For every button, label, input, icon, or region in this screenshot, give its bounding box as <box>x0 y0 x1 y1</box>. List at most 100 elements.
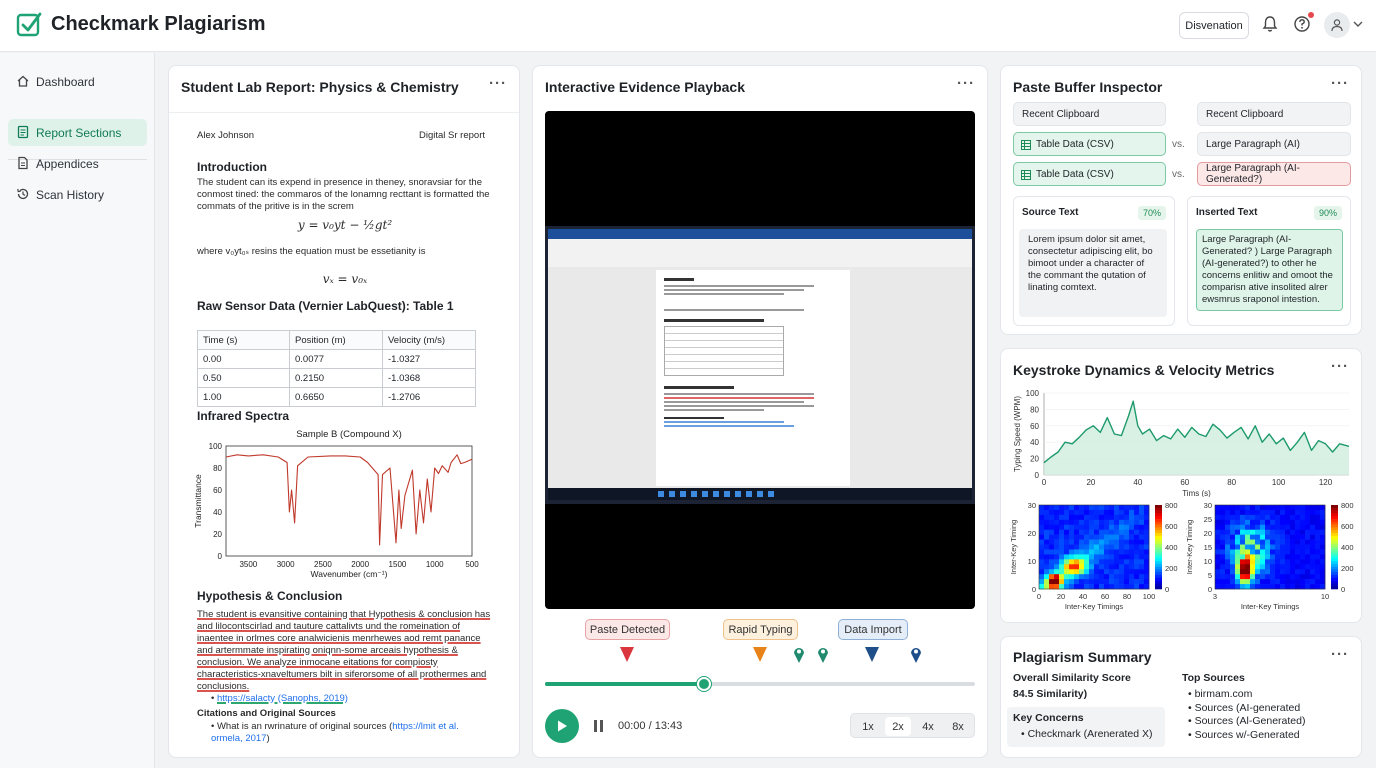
marker-rapid-typing[interactable]: Rapid Typing <box>723 619 798 640</box>
heatmap-cell <box>1099 509 1105 516</box>
y-axis-label: Inter-Key Timing <box>1009 520 1018 575</box>
colorbar-segment <box>1155 519 1162 523</box>
x-tick-label: 2000 <box>351 560 369 569</box>
heatmap-cell <box>1074 564 1080 570</box>
avatar[interactable] <box>1324 12 1350 38</box>
sidebar-item-report-sections[interactable]: Report Sections <box>8 119 147 146</box>
sidebar-item-appendices[interactable]: Appendices <box>8 150 147 177</box>
sidebar-item-dashboard[interactable]: Dashboard <box>8 68 147 95</box>
heatmap-cell <box>1275 534 1281 540</box>
location-pin-icon[interactable] <box>816 645 830 664</box>
pause-icon[interactable] <box>593 719 605 733</box>
clipboard-item-right-flagged[interactable]: Large Paragraph (AI-Generated?) <box>1197 162 1351 186</box>
source-item[interactable]: • birmam.com <box>1188 688 1305 702</box>
heatmap-cell <box>1310 524 1316 530</box>
view-dropdown-button[interactable]: Disvenation <box>1179 12 1249 39</box>
panel-title: Paste Buffer Inspector <box>1013 79 1163 95</box>
heatmap-cell <box>1114 584 1120 590</box>
y-tick-label: 40 <box>213 508 222 517</box>
location-pin-icon[interactable] <box>909 645 923 664</box>
heatmap-cell <box>1139 505 1145 511</box>
marker-data-import[interactable]: Data Import <box>838 619 908 640</box>
heatmap-cell <box>1099 519 1105 526</box>
heatmap-cell <box>1064 519 1070 526</box>
heatmap-cell <box>1129 564 1135 570</box>
colorbar-segment <box>1331 572 1338 576</box>
paste-buffer-panel: Paste Buffer Inspector ··· Recent Clipbo… <box>1000 65 1362 335</box>
source-item[interactable]: • Sources w/-Generated <box>1188 729 1305 743</box>
heatmap-cell <box>1124 564 1130 570</box>
heatmap-cell <box>1089 554 1095 560</box>
speed-8x[interactable]: 8x <box>945 717 971 736</box>
heatmap-cell <box>1119 549 1125 555</box>
heatmap-cell <box>1129 514 1135 521</box>
heatmap-cell <box>1044 529 1050 535</box>
heatmap-cell <box>1054 534 1060 540</box>
source-text-card: Source Text 70% Lorem ipsum dolor sit am… <box>1013 196 1175 326</box>
play-button[interactable] <box>545 709 579 743</box>
heatmap-cell <box>1275 514 1281 521</box>
more-options-icon[interactable]: ··· <box>1331 646 1349 663</box>
heatmap-cell <box>1099 539 1105 545</box>
heatmap-cell <box>1104 554 1110 560</box>
heatmap-cell <box>1295 544 1301 550</box>
more-options-icon[interactable]: ··· <box>1331 358 1349 375</box>
chevron-down-icon[interactable] <box>1352 18 1364 30</box>
heatmap-cell <box>1275 529 1281 535</box>
sidebar-item-scan-history[interactable]: Scan History <box>8 181 147 208</box>
more-options-icon[interactable]: ··· <box>489 75 507 92</box>
heatmap-cell <box>1260 564 1266 570</box>
heatmap-cell <box>1315 554 1321 560</box>
location-pin-icon[interactable] <box>792 645 806 664</box>
source-item[interactable]: • Sources (Al-Generated) <box>1188 715 1305 729</box>
table-row: 0.50 0.2150 -1.0368 <box>197 368 476 388</box>
panel-title: Keystroke Dynamics & Velocity Metrics <box>1013 362 1275 378</box>
heatmap-cell <box>1285 539 1291 545</box>
rapid-typing-pin-icon[interactable] <box>752 646 768 664</box>
heatmap-cell <box>1094 564 1100 570</box>
heatmap-cell <box>1099 524 1105 530</box>
more-options-icon[interactable]: ··· <box>1331 75 1349 92</box>
bell-icon[interactable] <box>1260 14 1280 34</box>
heatmap-cell <box>1270 574 1276 580</box>
heatmap-cell <box>1220 514 1226 521</box>
x-tick-label: 80 <box>1123 592 1131 601</box>
reference-link[interactable]: https://salacty (Sanophs, 2019) <box>217 693 348 704</box>
heatmap-cell <box>1039 529 1045 535</box>
video-player[interactable] <box>545 111 975 609</box>
heatmap-cell <box>1320 559 1326 565</box>
heatmap-cell <box>1215 549 1221 555</box>
speed-2x[interactable]: 2x <box>885 717 911 736</box>
progress-track[interactable] <box>545 677 975 691</box>
heatmap-cell <box>1144 505 1150 511</box>
history-icon <box>17 188 29 200</box>
paste-marker-pin-icon[interactable] <box>619 646 635 664</box>
colorbar-segment <box>1331 563 1338 567</box>
heatmap-cell <box>1134 584 1140 590</box>
heatmap-cell <box>1104 514 1110 521</box>
clipboard-item-left[interactable]: Table Data (CSV) <box>1013 132 1166 156</box>
heatmap-cell <box>1235 569 1241 575</box>
data-import-pin-icon[interactable] <box>864 646 880 664</box>
marker-paste-detected[interactable]: Paste Detected <box>585 619 670 640</box>
heatmap-cell <box>1320 579 1326 585</box>
heatmap-cell <box>1079 539 1085 545</box>
heatmap-cell <box>1134 544 1140 550</box>
heatmap-cell <box>1305 524 1311 530</box>
heatmap-cell <box>1235 579 1241 585</box>
clipboard-item-right[interactable]: Large Paragraph (AI) <box>1197 132 1351 156</box>
progress-handle[interactable] <box>697 677 712 691</box>
more-options-icon[interactable]: ··· <box>957 75 975 92</box>
heatmap-cell <box>1240 544 1246 550</box>
heatmap-cell <box>1225 524 1231 530</box>
heatmap-cell <box>1094 524 1100 530</box>
colorbar-segment <box>1331 510 1338 514</box>
equation-2: vₓ = v₀ₓ <box>322 272 368 286</box>
heatmap-cell <box>1044 514 1050 521</box>
source-item[interactable]: • Sources (AI-generated <box>1188 702 1305 716</box>
speed-1x[interactable]: 1x <box>855 717 881 736</box>
speed-4x[interactable]: 4x <box>915 717 941 736</box>
heatmap-cell <box>1044 574 1050 580</box>
clipboard-item-left[interactable]: Table Data (CSV) <box>1013 162 1166 186</box>
heatmap-cell <box>1049 524 1055 530</box>
